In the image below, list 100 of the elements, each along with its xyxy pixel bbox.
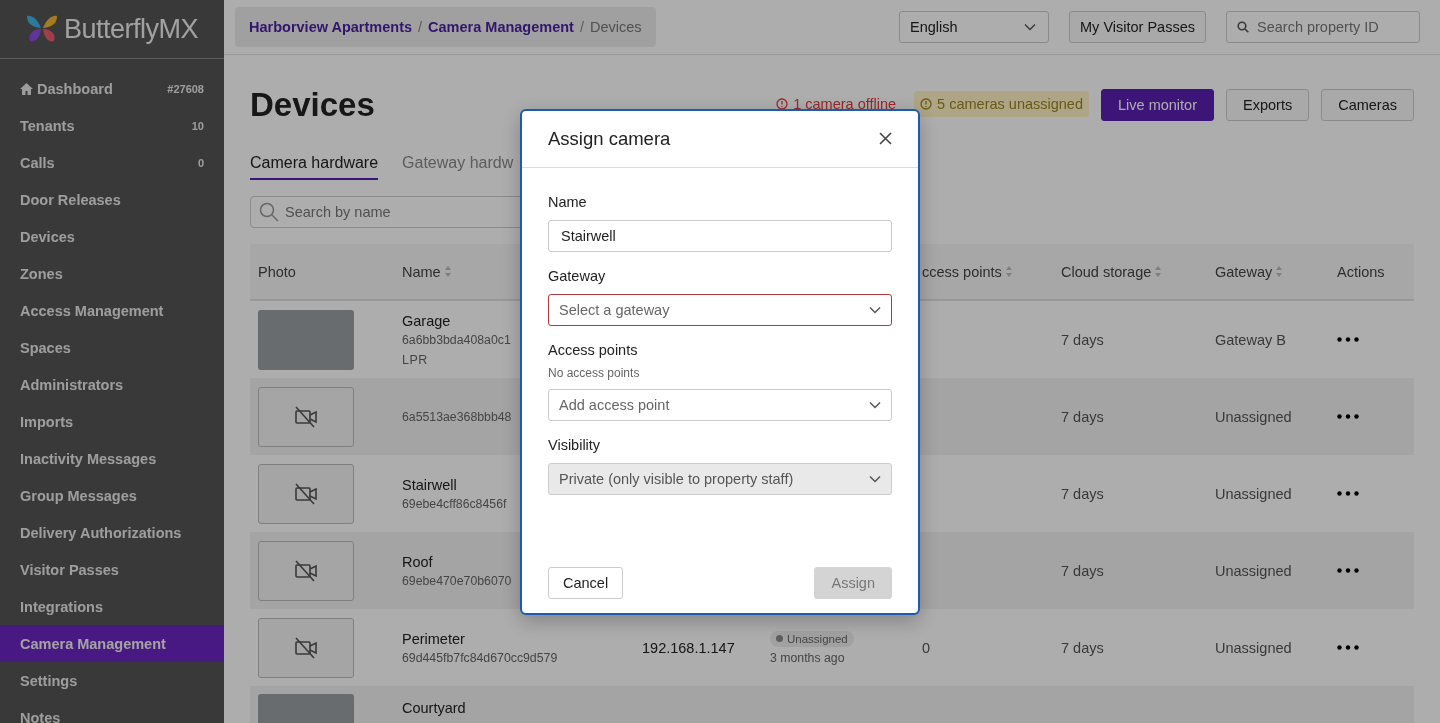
close-icon[interactable] [879,132,892,145]
page-title: Devices [250,85,375,124]
more-icon[interactable] [1337,491,1359,496]
breadcrumb-separator: / [418,19,423,35]
chevron-down-icon [869,474,881,483]
more-icon[interactable] [1337,337,1359,342]
table-cell: Gateway B [1215,331,1286,348]
sidebar-item[interactable]: Delivery Authorizations [0,514,224,551]
table-cell: Unassigned [1215,562,1292,579]
breadcrumb-current: Devices [589,19,642,35]
sidebar-item[interactable]: Spaces [0,329,224,366]
camera-off-icon [294,559,318,582]
table-cell: Unassigned [1215,408,1292,425]
item-count-label: 0 [197,156,204,169]
table-cell: 7 days [1061,639,1104,656]
item-count-label: 10 [191,119,204,132]
dialog-title: Assign camera [548,127,671,150]
camera-name: Stairwell [402,476,457,493]
field-hint: No access points [548,365,641,380]
sidebar-item[interactable]: Access Management [0,292,224,329]
camera-off-icon [294,482,318,505]
camera-off-icon [294,405,318,428]
sidebar-item[interactable]: Settings [0,662,224,699]
column-header[interactable]: Gateway [1215,263,1283,280]
camera-id: 69ebe4cff86c8456f [402,496,507,511]
search-icon [1237,21,1249,33]
more-icon[interactable] [1337,568,1359,573]
column-header: Actions [1337,263,1385,280]
search-icon [259,202,279,222]
status-label: Unassigned [770,630,854,647]
breadcrumb-separator: / [579,19,584,35]
camera-id: 6a6bb3bda408a0c1 [402,332,511,347]
camera-id: 69d445fb7fc84d670cc9d579 [402,650,558,665]
more-icon[interactable] [1337,645,1359,650]
sidebar-item[interactable]: Tenants 10 [0,107,224,144]
butterfly-logo-icon [26,14,58,44]
table-cell: Unassigned [1215,639,1292,656]
brand-name: ButterflyMX [64,13,199,45]
header-button[interactable]: Exports [1226,88,1310,121]
sidebar-item[interactable]: Inactivity Messages [0,440,224,477]
column-header[interactable]: ccess points [922,263,1012,280]
ip-address: 192.168.1.147 [642,639,735,656]
dialog-button[interactable]: Cancel [548,566,624,599]
column-header[interactable]: Name [402,263,451,280]
column-header: Photo [258,263,296,280]
alert-icon [920,97,933,110]
field-label: Name [548,193,588,210]
camera-name: Courtyard [402,700,466,716]
camera-name: Roof [402,553,433,570]
table-cell: Unassigned [1215,485,1292,502]
name-input[interactable]: Stairwell [548,219,892,252]
more-icon[interactable] [1337,414,1359,419]
camera-id: 69ebe470e70b6070 [402,573,512,588]
camera-id: 6a5513ae368bbb48 [402,409,512,424]
property-search-field[interactable]: Search property ID [1226,11,1420,43]
table-cell: 7 days [1061,408,1104,425]
home-icon [20,82,33,95]
field-label: Visibility [548,436,602,453]
table-cell: 7 days [1061,331,1104,348]
field-label: Gateway [548,267,607,284]
field-label: Access points [548,341,639,358]
table-cell: 7 days [1061,562,1104,579]
alert-icon [776,97,789,110]
status-time: 3 months ago [770,650,845,665]
camera-name: Perimeter [402,630,465,647]
sidebar-item[interactable]: Camera Management [0,625,224,662]
camera-off-icon [294,636,318,659]
sidebar-item[interactable]: Door Releases [0,181,224,218]
sidebar-item[interactable]: Dashboard #27608 [0,70,224,107]
tab[interactable]: Gateway hardw [402,154,514,180]
sidebar-item[interactable]: Notes [0,699,224,723]
header-button[interactable]: Live monitor [1101,88,1214,121]
chevron-down-icon [1024,23,1037,31]
breadcrumb-link[interactable]: Camera Management [428,19,574,35]
item-count-label: #27608 [167,82,204,95]
select-field[interactable]: Add access point [548,388,892,421]
language-select[interactable]: English [899,11,1050,43]
select-field: Private (only visible to property staff) [548,462,892,495]
sidebar-item[interactable]: Imports [0,403,224,440]
camera-tag: LPR [402,352,428,367]
sidebar-item[interactable]: Integrations [0,588,224,625]
select-field[interactable]: Select a gateway [548,293,892,326]
column-header[interactable]: Cloud storage [1061,263,1162,280]
camera-name: Garage [402,312,451,329]
sidebar-item[interactable]: Calls 0 [0,144,224,181]
sidebar-item[interactable]: Devices [0,218,224,255]
tab[interactable]: Camera hardware [250,154,379,180]
breadcrumb-link[interactable]: Harborview Apartments [249,19,413,35]
sidebar-item[interactable]: Zones [0,255,224,292]
status-dot-icon [776,635,783,642]
visitor-passes-button[interactable]: My Visitor Passes [1069,11,1206,43]
header-button[interactable]: Cameras [1321,88,1414,121]
sidebar-item[interactable]: Administrators [0,366,224,403]
chevron-down-icon [869,400,881,409]
sidebar-item[interactable]: Visitor Passes [0,551,224,588]
status-alert: 5 cameras unassigned [914,90,1089,117]
chevron-down-icon [869,305,881,314]
table-cell: 7 days [1061,485,1104,502]
sidebar-item[interactable]: Group Messages [0,477,224,514]
table-cell: 0 [922,639,931,656]
